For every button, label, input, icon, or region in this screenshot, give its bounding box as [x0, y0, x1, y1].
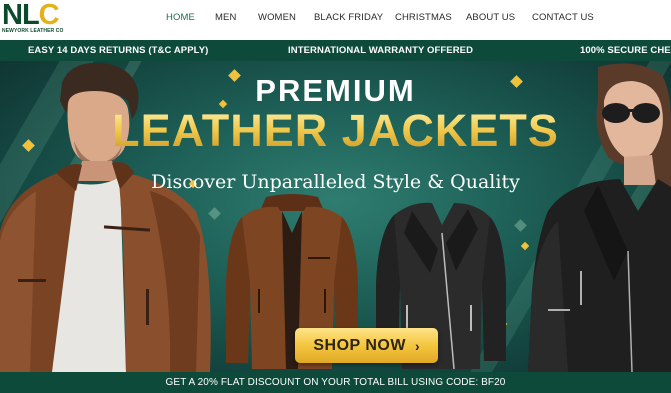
hero-banner[interactable]: PREMIUM LEATHER JACKETS Discover Unparal… — [0, 61, 671, 372]
chevron-right-icon: › — [414, 337, 420, 354]
nav-about-us[interactable]: ABOUT US — [466, 12, 515, 23]
hero-title-leather-jackets: LEATHER JACKETS — [0, 105, 671, 157]
nav-black-friday[interactable]: BLACK FRIDAY — [314, 12, 383, 23]
shop-now-button[interactable]: SHOP NOW › — [295, 328, 438, 363]
nav-contact-us[interactable]: CONTACT US — [532, 12, 594, 23]
shop-now-label: SHOP NOW — [313, 336, 406, 354]
discount-promo-text: GET A 20% FLAT DISCOUNT ON YOUR TOTAL BI… — [165, 377, 506, 388]
discount-promo-bar: GET A 20% FLAT DISCOUNT ON YOUR TOTAL BI… — [0, 372, 671, 393]
nav-home[interactable]: HOME — [166, 12, 195, 23]
logo-subtitle: NEWYORK LEATHER CO — [2, 28, 64, 34]
site-header: N L C NEWYORK LEATHER CO HOME MEN WOMEN … — [0, 0, 671, 40]
announcement-warranty: INTERNATIONAL WARRANTY OFFERED — [288, 45, 474, 56]
hero-subtitle: Discover Unparalleled Style & Quality — [151, 171, 520, 193]
nav-christmas[interactable]: CHRISTMAS — [395, 12, 452, 23]
announcement-secure-checkout: 100% SECURE CHECK — [580, 45, 671, 56]
hero-title-premium: PREMIUM — [255, 73, 416, 108]
announcement-returns: EASY 14 DAYS RETURNS (T&C APPLY) — [28, 45, 209, 56]
sparkle-icon — [514, 219, 527, 232]
nav-men[interactable]: MEN — [215, 12, 236, 23]
announcement-bar: EASY 14 DAYS RETURNS (T&C APPLY) INTERNA… — [0, 40, 671, 61]
nav-women[interactable]: WOMEN — [258, 12, 296, 23]
main-nav: HOME MEN WOMEN BLACK FRIDAY CHRISTMAS AB… — [0, 12, 671, 26]
